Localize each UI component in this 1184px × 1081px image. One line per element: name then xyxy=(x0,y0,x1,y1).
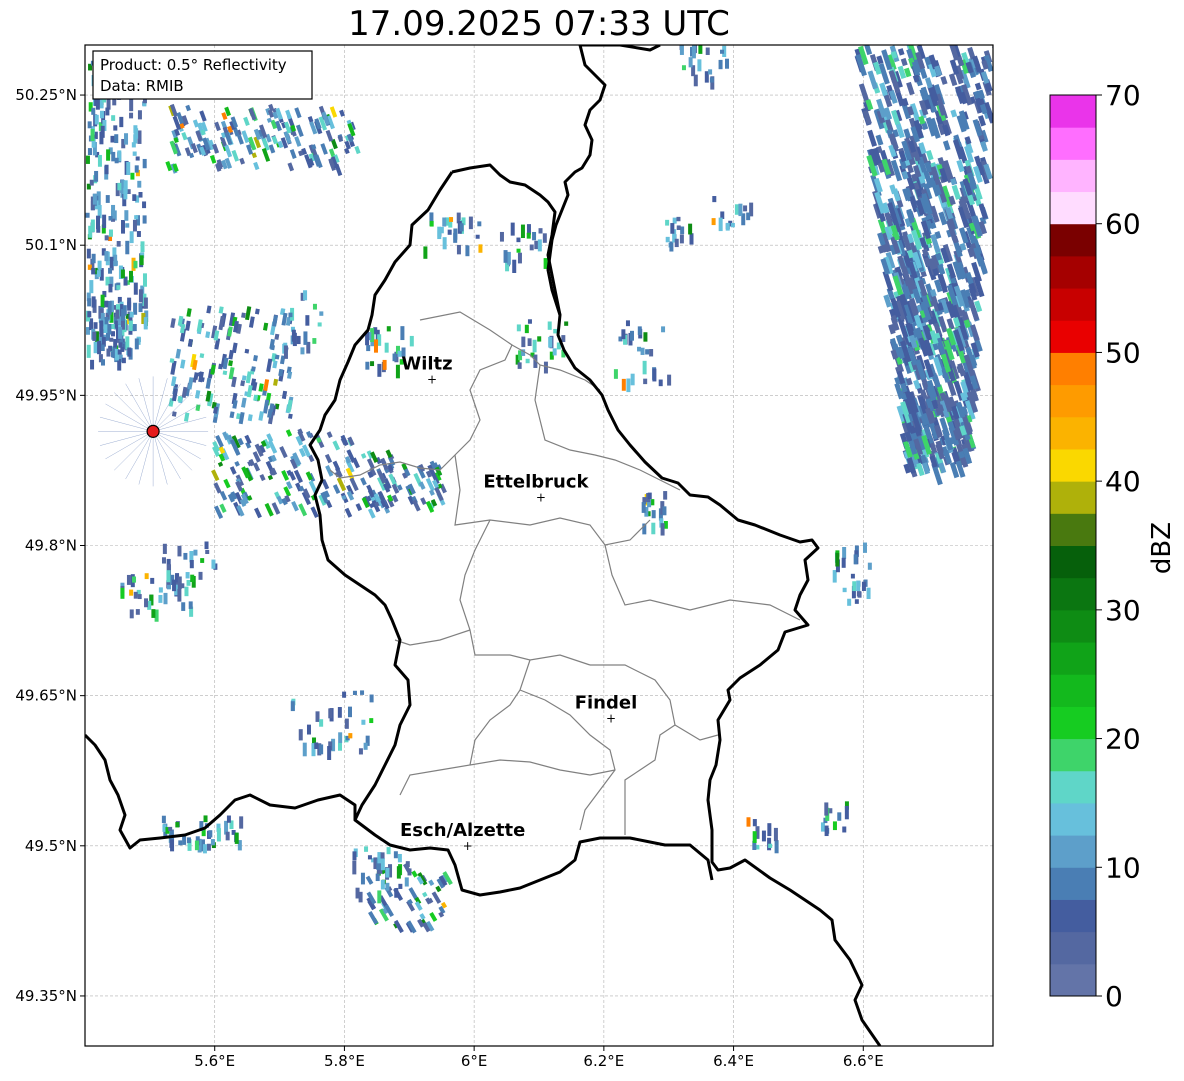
colorbar-segments xyxy=(1050,95,1096,997)
colorbar-segment xyxy=(1050,95,1096,128)
colorbar-segment xyxy=(1050,191,1096,225)
colorbar-segment xyxy=(1050,770,1096,804)
colorbar-segment xyxy=(1050,320,1096,353)
colorbar-segment xyxy=(1050,513,1096,546)
colorbar-ticks: 0 10 20 30 40 50 60 70 xyxy=(1096,79,1141,1013)
colorbar-segment xyxy=(1050,416,1096,450)
colorbar: 0 10 20 30 40 50 60 70 dBZ xyxy=(1049,79,1177,1013)
colorbar-segment xyxy=(1050,448,1096,482)
colorbar-segment xyxy=(1050,288,1096,321)
colorbar-segment xyxy=(1050,352,1096,386)
colorbar-tick-label: 60 xyxy=(1105,208,1141,241)
colorbar-segment xyxy=(1050,835,1096,868)
colorbar-segment xyxy=(1050,899,1096,933)
colorbar-segment xyxy=(1050,481,1096,514)
colorbar-segment xyxy=(1050,867,1096,900)
colorbar-label: dBZ xyxy=(1147,522,1177,574)
colorbar-segment xyxy=(1050,931,1096,965)
colorbar-segment xyxy=(1050,674,1096,707)
colorbar-segment xyxy=(1050,255,1096,289)
colorbar-tick-label: 30 xyxy=(1105,594,1141,627)
colorbar-tick-label: 10 xyxy=(1105,851,1141,884)
colorbar-segment xyxy=(1050,609,1096,643)
colorbar-tick-label: 70 xyxy=(1105,79,1141,112)
colorbar-segment xyxy=(1050,545,1096,579)
colorbar-tick-label: 20 xyxy=(1105,723,1141,756)
colorbar-segment xyxy=(1050,223,1096,257)
colorbar-segment xyxy=(1050,577,1096,611)
colorbar-tick-label: 0 xyxy=(1105,980,1123,1013)
colorbar-segment xyxy=(1050,706,1096,740)
colorbar-segment xyxy=(1050,738,1096,772)
colorbar-tick-label: 50 xyxy=(1105,336,1141,369)
colorbar-segment xyxy=(1050,963,1096,997)
colorbar-segment xyxy=(1050,384,1096,418)
colorbar-tick-label: 40 xyxy=(1105,465,1141,498)
colorbar-segment xyxy=(1050,127,1096,160)
colorbar-segment xyxy=(1050,159,1096,193)
colorbar-segment xyxy=(1050,642,1096,675)
colorbar-segment xyxy=(1050,802,1096,836)
